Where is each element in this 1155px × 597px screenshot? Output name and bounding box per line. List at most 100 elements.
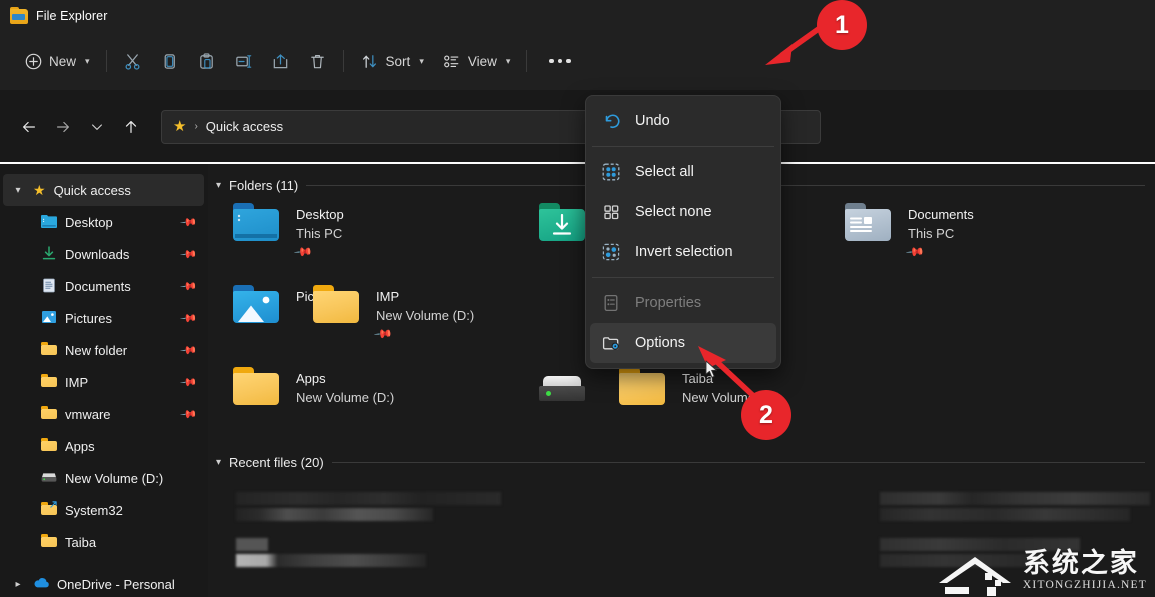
- menu-item-select-all[interactable]: Select all: [590, 152, 776, 192]
- copy-button[interactable]: [151, 44, 188, 78]
- delete-button[interactable]: [299, 44, 336, 78]
- pin-icon: 📌: [180, 341, 199, 360]
- sidebar-item-label: New Volume (D:): [65, 471, 196, 486]
- chevron-down-icon: ▾: [506, 56, 511, 67]
- sidebar-item-desktop[interactable]: Desktop 📌: [3, 206, 204, 238]
- new-button-label: New: [49, 54, 76, 69]
- sidebar-item-pictures[interactable]: Pictures 📌: [3, 302, 204, 334]
- more-options-button[interactable]: [534, 44, 586, 78]
- pin-icon: 📌: [373, 324, 393, 344]
- sidebar-item-label: Apps: [65, 439, 196, 454]
- breadcrumb-separator: ›: [194, 121, 197, 132]
- sort-button-label: Sort: [386, 54, 411, 69]
- downloads-folder-icon: [536, 203, 588, 247]
- sidebar-item-label: vmware: [65, 407, 174, 422]
- sidebar-item-documents[interactable]: Documents 📌: [3, 270, 204, 302]
- cut-button[interactable]: [114, 44, 151, 78]
- folder-icon: [310, 285, 362, 329]
- sidebar-item-quick-access[interactable]: ▾ ★ Quick access: [3, 174, 204, 206]
- list-item[interactable]: Desktop This PC 📌: [230, 199, 536, 281]
- folder-shortcut-icon: [41, 502, 57, 518]
- mouse-cursor: [705, 360, 719, 380]
- divider: [106, 50, 107, 72]
- new-button[interactable]: New ▾: [16, 44, 99, 78]
- breadcrumb-path[interactable]: Quick access: [206, 119, 283, 134]
- view-button[interactable]: View ▾: [433, 44, 520, 78]
- folders-group-title: Folders (11): [229, 178, 298, 193]
- sort-button[interactable]: Sort ▾: [351, 44, 433, 78]
- window-title: File Explorer: [36, 9, 107, 23]
- select-all-icon: [601, 162, 621, 182]
- menu-item-properties: Properties: [590, 283, 776, 323]
- trash-icon: [308, 52, 327, 71]
- select-none-icon: [601, 202, 621, 222]
- menu-separator: [592, 277, 774, 278]
- redacted-block: [236, 492, 501, 505]
- options-gear-icon: [601, 333, 621, 353]
- folder-icon: [41, 342, 57, 358]
- forward-button[interactable]: [46, 110, 80, 144]
- item-location: New Volume (D:): [296, 388, 394, 407]
- share-icon: [271, 52, 290, 71]
- divider: [343, 50, 344, 72]
- watermark-text-cn: 系统之家: [1023, 549, 1147, 579]
- chevron-down-icon[interactable]: ▾: [11, 185, 25, 196]
- sidebar-item-new-volume-d[interactable]: New Volume (D:): [3, 462, 204, 494]
- sidebar-item-imp[interactable]: IMP 📌: [3, 366, 204, 398]
- view-list-icon: [442, 52, 461, 71]
- chevron-down-icon[interactable]: ▾: [216, 180, 221, 191]
- item-name: Desktop: [296, 205, 344, 224]
- paste-button[interactable]: [188, 44, 225, 78]
- drive-icon: [41, 470, 57, 486]
- rename-button[interactable]: [225, 44, 262, 78]
- sidebar-item-onedrive[interactable]: ▸ OneDrive - Personal: [3, 568, 204, 597]
- list-item[interactable]: [536, 363, 616, 445]
- menu-item-select-none[interactable]: Select none: [590, 192, 776, 232]
- undo-icon: [601, 111, 621, 131]
- item-location: This PC: [296, 224, 344, 243]
- sidebar-item-apps[interactable]: Apps: [3, 430, 204, 462]
- pin-icon: 📌: [180, 245, 199, 264]
- sidebar-item-label: System32: [65, 503, 196, 518]
- sidebar-item-taiba[interactable]: Taiba: [3, 526, 204, 558]
- annotation-badge-2: 2: [741, 390, 791, 440]
- recent-locations-button[interactable]: [80, 110, 114, 144]
- menu-item-options[interactable]: Options: [590, 323, 776, 363]
- recent-files-group-header[interactable]: ▾ Recent files (20): [208, 445, 1155, 470]
- redacted-block: [236, 508, 433, 521]
- sidebar-item-new-folder[interactable]: New folder 📌: [3, 334, 204, 366]
- list-item[interactable]: Documents This PC 📌: [842, 199, 1148, 281]
- watermark-logo-icon: [935, 553, 1021, 597]
- desktop-folder-icon: [41, 214, 57, 230]
- view-button-label: View: [468, 54, 497, 69]
- drive-icon: [536, 367, 588, 411]
- sidebar-item-label: Taiba: [65, 535, 196, 550]
- menu-item-invert-selection[interactable]: Invert selection: [590, 232, 776, 272]
- back-button[interactable]: [12, 110, 46, 144]
- plus-circle-icon: [25, 53, 42, 70]
- list-item[interactable]: Apps New Volume (D:): [230, 363, 536, 445]
- menu-item-label: Select none: [635, 204, 712, 220]
- up-button[interactable]: [114, 110, 148, 144]
- menu-item-undo[interactable]: Undo: [590, 101, 776, 141]
- watermark-text-en: XITONGZHIJIA.NET: [1023, 579, 1147, 591]
- pin-icon: 📌: [180, 405, 199, 424]
- chevron-right-icon[interactable]: ▸: [11, 579, 25, 590]
- share-button[interactable]: [262, 44, 299, 78]
- chevron-down-icon[interactable]: ▾: [216, 457, 221, 468]
- sidebar-item-downloads[interactable]: Downloads 📌: [3, 238, 204, 270]
- item-name: Taiba: [682, 369, 780, 388]
- pin-icon: 📌: [293, 242, 313, 262]
- chevron-down-icon: ▾: [85, 56, 90, 67]
- sidebar-item-vmware[interactable]: vmware 📌: [3, 398, 204, 430]
- onedrive-cloud-icon: [33, 576, 49, 592]
- file-explorer-window: File Explorer New ▾: [0, 0, 1155, 597]
- redacted-block: [880, 508, 1130, 521]
- list-item[interactable]: Pictures: [230, 281, 310, 363]
- folder-icon: [41, 374, 57, 390]
- item-name: IMP: [376, 287, 474, 306]
- sidebar-item-system32[interactable]: System32: [3, 494, 204, 526]
- watermark: 系统之家 XITONGZHIJIA.NET: [1023, 549, 1147, 591]
- chevron-down-icon: ▾: [419, 56, 424, 67]
- list-item[interactable]: IMP New Volume (D:) 📌: [310, 281, 616, 363]
